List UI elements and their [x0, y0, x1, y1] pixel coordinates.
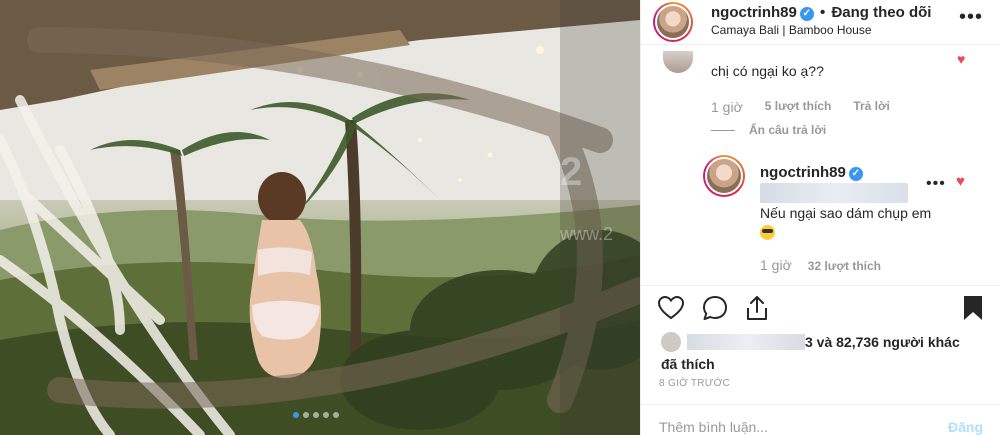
post-header: ngoctrinh89 ✓ • Đang theo dõi Camaya Bali…: [641, 0, 1000, 45]
likes-second-line: đã thích: [661, 356, 715, 372]
add-comment-bar: Đăng: [641, 404, 1000, 435]
post-actions: [641, 285, 1000, 330]
liker-avatar: [661, 332, 681, 352]
reply-text-content: Nếu ngại sao dám chụp em: [760, 205, 932, 221]
reply-likes[interactable]: 32 lượt thích: [808, 259, 881, 273]
carousel-dot[interactable]: [303, 412, 309, 418]
author-username[interactable]: ngoctrinh89: [711, 4, 797, 21]
header-separator: •: [820, 4, 826, 21]
bookmark-icon[interactable]: [959, 294, 987, 322]
post-timestamp[interactable]: 8 GIỜ TRƯỚC: [659, 378, 730, 389]
reply-username[interactable]: ngoctrinh89: [760, 164, 846, 181]
share-icon[interactable]: [743, 294, 771, 322]
reply-author-avatar[interactable]: [703, 155, 745, 197]
redacted-mention: [760, 183, 908, 203]
comments-list: chị có ngại ko ạ?? ♥ 1 giờ 5 lượt thích …: [641, 45, 1000, 285]
comment-input[interactable]: [659, 419, 919, 435]
photo-scene: 2 www.2: [0, 0, 640, 435]
svg-text:www.2: www.2: [559, 224, 613, 244]
author-avatar[interactable]: [653, 2, 693, 42]
post-side-panel: ngoctrinh89 ✓ • Đang theo dõi Camaya Bali…: [640, 0, 1000, 435]
likes-summary[interactable]: 3 và 82,736 người khác đã thích: [661, 331, 991, 375]
comment-meta: 1 giờ 5 lượt thích Trả lời: [711, 99, 890, 115]
reply-button[interactable]: Trả lời: [853, 99, 890, 115]
hide-replies-button[interactable]: Ẩn câu trả lời: [711, 123, 826, 137]
carousel-dot[interactable]: [333, 412, 339, 418]
reply-ellipsis-icon[interactable]: •••: [926, 175, 946, 193]
comment-time[interactable]: 1 giờ: [711, 99, 743, 115]
comment-icon[interactable]: [701, 294, 729, 322]
carousel-dot[interactable]: [323, 412, 329, 418]
verified-icon: ✓: [799, 7, 814, 21]
reply-author-line: ngoctrinh89 ✓: [760, 164, 863, 181]
divider-line: [711, 130, 735, 132]
reply-text: Nếu ngại sao dám chụp em: [760, 203, 940, 243]
reply-meta: 1 giờ 32 lượt thích: [760, 257, 881, 273]
reply-heart-icon[interactable]: ♥: [956, 173, 965, 190]
post-comment-button[interactable]: Đăng: [948, 419, 983, 435]
sunglasses-emoji-icon: [760, 225, 775, 240]
reply-time[interactable]: 1 giờ: [760, 257, 792, 273]
svg-text:2: 2: [560, 150, 582, 194]
ellipsis-icon[interactable]: •••: [959, 6, 983, 29]
commenter-avatar[interactable]: [663, 51, 693, 73]
redacted-liker-name: [687, 334, 805, 350]
comment-heart-icon[interactable]: ♥: [957, 51, 965, 67]
carousel-dot[interactable]: [313, 412, 319, 418]
carousel-indicator: [293, 412, 339, 418]
author-line: ngoctrinh89 ✓ • Đang theo dõi: [711, 4, 931, 21]
verified-icon: ✓: [848, 167, 863, 181]
hide-replies-label: Ẩn câu trả lời: [749, 123, 827, 137]
carousel-dot[interactable]: [293, 412, 299, 418]
comment-likes[interactable]: 5 lượt thích: [765, 99, 832, 115]
comment-text: chị có ngại ko ạ??: [711, 63, 824, 79]
heart-outline-icon[interactable]: [657, 294, 685, 322]
follow-status-button[interactable]: Đang theo dõi: [831, 4, 931, 21]
location-link[interactable]: Camaya Bali | Bamboo House: [711, 23, 872, 37]
post-photo[interactable]: 2 www.2: [0, 0, 640, 435]
likes-count-text: 3 và 82,736 người khác: [805, 334, 960, 350]
